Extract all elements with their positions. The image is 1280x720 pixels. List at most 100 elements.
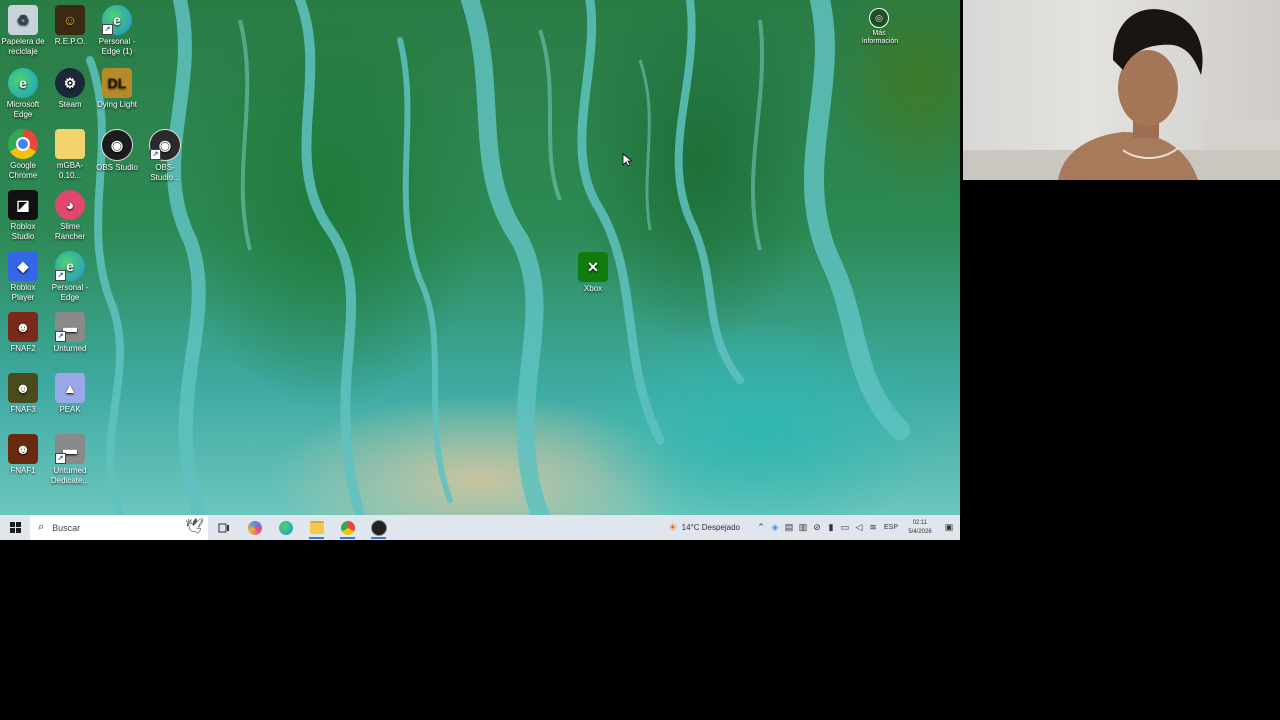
- desktop-icon-fnaf3[interactable]: ☻ FNAF3: [0, 373, 46, 415]
- speaker-icon[interactable]: ◁: [852, 522, 866, 533]
- desktop-icon-mgba[interactable]: mGBA-0.10...: [47, 129, 93, 181]
- desktop-icon-obs-studio[interactable]: ◉ OBS Studio: [94, 129, 140, 173]
- desktop-icon-label: Dying Light: [96, 100, 138, 109]
- webcam-overlay: [963, 0, 1280, 180]
- desktop-icon-label: mGBA-0.10...: [56, 161, 84, 180]
- obs-icon: ◉: [101, 129, 133, 161]
- desktop-icon-slime-rancher[interactable]: ◕ Slime Rancher: [47, 190, 93, 242]
- taskbar-chrome[interactable]: [332, 515, 363, 540]
- tray-app-icon[interactable]: ◈: [768, 522, 782, 533]
- desktop-icon-fnaf2[interactable]: ☻ FNAF2: [0, 312, 46, 354]
- fnaf2-icon: ☻: [8, 312, 38, 342]
- edge-icon: e ↗: [102, 5, 132, 35]
- search-icon: ⌕: [38, 521, 45, 533]
- wifi-icon[interactable]: ≋: [866, 522, 880, 533]
- edge-icon: e ↗: [55, 251, 85, 281]
- taskbar-task-view[interactable]: [208, 515, 239, 540]
- desktop-icon-label: Slime Rancher: [54, 222, 86, 241]
- fnaf3-icon: ☻: [8, 373, 38, 403]
- mouse-cursor-icon: [622, 153, 632, 167]
- desktop-icon-label: Personal - Edge (1): [98, 37, 136, 56]
- desktop-icon-fnaf1[interactable]: ☻ FNAF1: [0, 434, 46, 476]
- taskbar-file-explorer[interactable]: [301, 515, 332, 540]
- desktop-icon-personal-edge[interactable]: e ↗ Personal - Edge: [47, 251, 93, 303]
- roblox-studio-icon: ◪: [8, 190, 38, 220]
- weather-sun-icon: ☀: [667, 522, 678, 534]
- chevron-up-icon[interactable]: ⌃: [754, 522, 768, 533]
- tray-mute-icon[interactable]: ⊘: [810, 522, 824, 533]
- slime-rancher-icon: ◕: [55, 190, 85, 220]
- edge-icon: e: [8, 68, 38, 98]
- start-button[interactable]: [0, 515, 30, 540]
- shortcut-arrow-icon: ↗: [55, 270, 66, 281]
- roblox-player-icon: ◆: [8, 251, 38, 281]
- folder-icon: [309, 521, 324, 534]
- microphone-icon[interactable]: ▮: [824, 522, 838, 533]
- repo-game-icon: ☺: [55, 5, 85, 35]
- desktop-icon-recycle-bin[interactable]: ♻ Papelera de reciclaje: [0, 5, 46, 57]
- obs-icon: ◉ ↗: [149, 129, 181, 161]
- desktop-icon-label: Microsoft Edge: [6, 100, 40, 119]
- shortcut-arrow-icon: ↗: [55, 453, 66, 464]
- desktop-icon-label: Roblox Studio: [10, 222, 36, 241]
- tray-network-icon[interactable]: ▥: [796, 522, 810, 533]
- search-placeholder: Buscar: [52, 522, 81, 533]
- desktop-icon-label: Papelera de reciclaje: [1, 37, 45, 56]
- edge-icon: [278, 520, 293, 535]
- desktop-icon-label: Personal - Edge: [51, 283, 89, 302]
- desktop-icon-peak[interactable]: ▲ PEAK: [47, 373, 93, 415]
- more-info-label: Más información: [862, 30, 899, 45]
- taskbar-edge[interactable]: [270, 515, 301, 540]
- desktop-icon-unturned-dedicated[interactable]: ▬ ↗ Unturned Dedicate...: [47, 434, 93, 486]
- desktop-icon-repo[interactable]: ☺ R.E.P.O.: [47, 5, 93, 47]
- desktop-icon-label: FNAF2: [10, 344, 36, 353]
- steam-icon: ⚙: [55, 68, 85, 98]
- xbox-icon: ✕: [578, 252, 608, 282]
- shortcut-arrow-icon: ↗: [102, 24, 113, 35]
- desktop-icon-label: OBS Studio: [96, 163, 138, 172]
- search-highlight-bird-icon: 🕊: [184, 518, 204, 535]
- task-view-icon: [218, 523, 229, 532]
- tray-printer-icon[interactable]: ▤: [782, 522, 796, 533]
- desktop-icon-label: Steam: [58, 100, 82, 109]
- shortcut-arrow-icon: ↗: [55, 331, 66, 342]
- taskbar-copilot[interactable]: [239, 515, 270, 540]
- shortcut-arrow-icon: ↗: [150, 149, 161, 160]
- weather-widget[interactable]: ☀ 14°C Despejado: [668, 521, 740, 534]
- desktop-icon-steam[interactable]: ⚙ Steam: [47, 68, 93, 110]
- chrome-icon: [8, 129, 38, 159]
- folder-icon: [55, 129, 85, 159]
- unturned-icon: ▬ ↗: [55, 312, 85, 342]
- more-info-widget[interactable]: ◎ Más información: [862, 8, 899, 46]
- desktop-icon-microsoft-edge[interactable]: e Microsoft Edge: [0, 68, 46, 120]
- desktop[interactable]: ♻ Papelera de reciclaje e Microsoft Edge…: [0, 0, 960, 515]
- desktop-icon-label: FNAF1: [10, 466, 36, 475]
- desktop-icon-label: Unturned: [53, 344, 87, 353]
- clock[interactable]: 02:11 5/4/2026: [902, 519, 938, 537]
- desktop-icon-label: R.E.P.O.: [54, 37, 86, 46]
- desktop-icon-label: Xbox: [583, 284, 603, 293]
- fnaf1-icon: ☻: [8, 434, 38, 464]
- system-tray: ☀ 14°C Despejado ⌃ ◈ ▤ ▥ ⊘ ▮ ▭ ◁ ≋ ESP 0…: [668, 515, 960, 540]
- obs-icon: [370, 519, 387, 536]
- language-indicator[interactable]: ESP: [880, 524, 902, 531]
- desktop-icon-unturned[interactable]: ▬ ↗ Unturned: [47, 312, 93, 354]
- search-box[interactable]: ⌕ Buscar 🕊: [30, 515, 208, 540]
- recycle-bin-icon: ♻: [8, 5, 38, 35]
- weather-text: 14°C Despejado: [681, 523, 740, 532]
- desktop-icon-label: FNAF3: [10, 405, 36, 414]
- desktop-icon-roblox-player[interactable]: ◆ Roblox Player: [0, 251, 46, 303]
- desktop-icon-dying-light[interactable]: DL Dying Light: [94, 68, 140, 110]
- desktop-icon-label: OBS-Studio...: [150, 163, 180, 182]
- copilot-icon: [247, 520, 262, 535]
- notifications-icon[interactable]: ▣: [938, 522, 960, 533]
- desktop-icon-xbox[interactable]: ✕ Xbox: [570, 252, 616, 294]
- desktop-icon-google-chrome[interactable]: Google Chrome: [0, 129, 46, 181]
- desktop-icon-personal-edge-1[interactable]: e ↗ Personal - Edge (1): [94, 5, 140, 57]
- taskbar-obs[interactable]: [363, 515, 394, 540]
- desktop-icon-obs-studio-2[interactable]: ◉ ↗ OBS-Studio...: [142, 129, 188, 183]
- desktop-icon-roblox-studio[interactable]: ◪ Roblox Studio: [0, 190, 46, 242]
- battery-icon[interactable]: ▭: [838, 522, 852, 533]
- desktop-icon-label: Roblox Player: [10, 283, 36, 302]
- dying-light-icon: DL: [102, 68, 132, 98]
